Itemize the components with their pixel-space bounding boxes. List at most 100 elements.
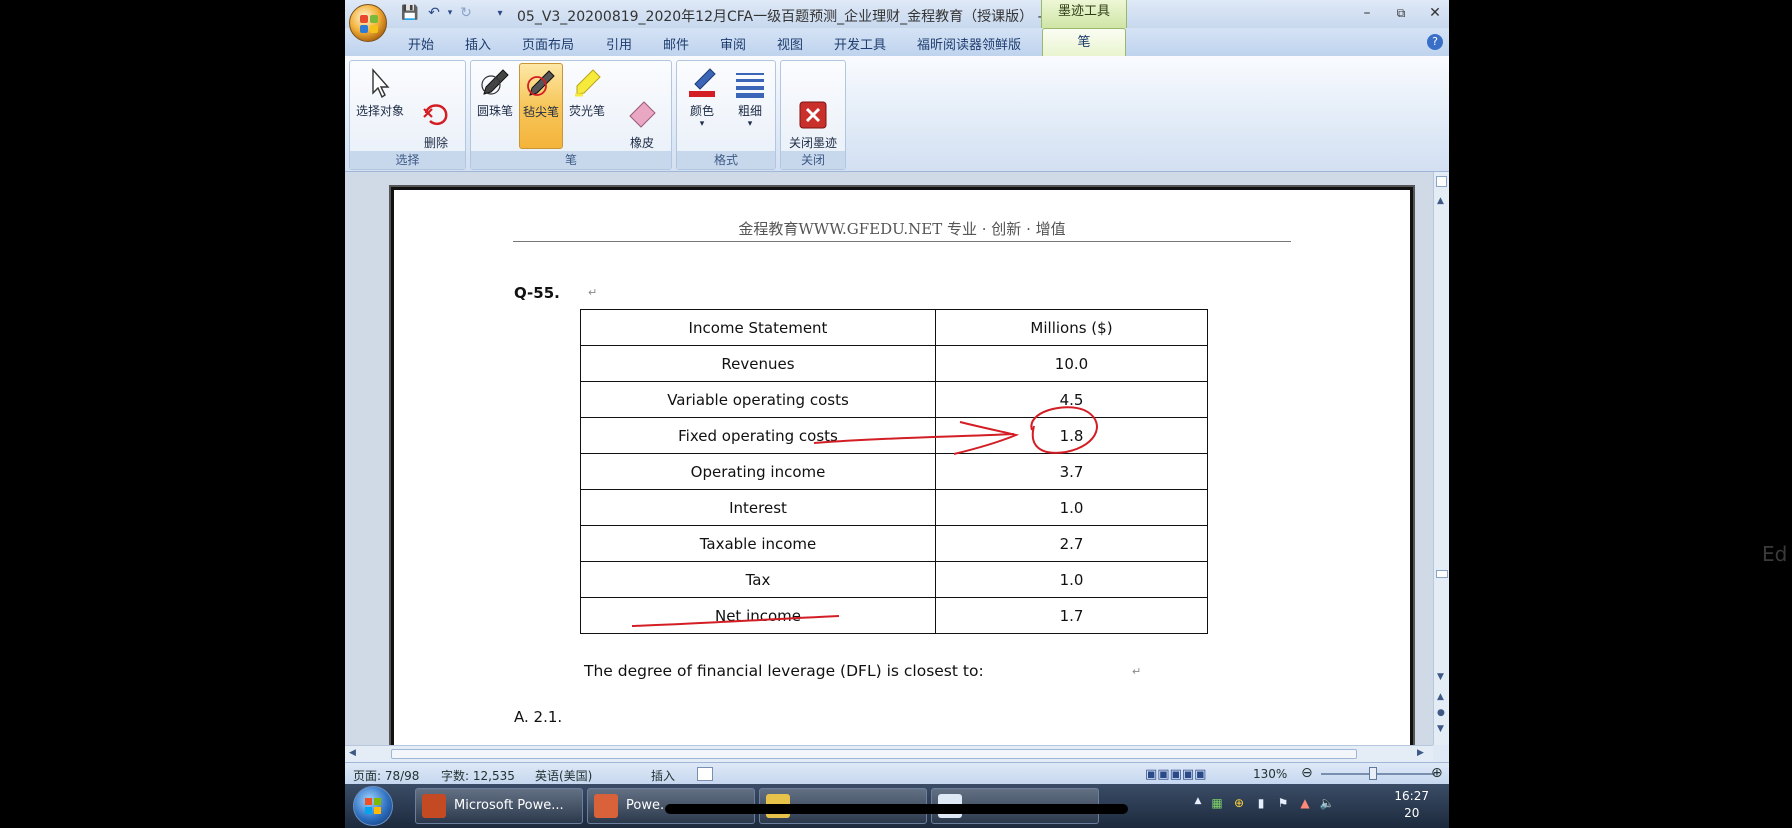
ink-color-icon <box>686 67 718 99</box>
status-bar: 页面: 78/98 字数: 12,535 英语(美国) 插入 ▣▣▣▣▣ 130… <box>345 762 1449 784</box>
word-window: 💾 ↶ ▾ ↻ ▾ 05_V3_20200819_2020年12月CFA一级百题… <box>345 0 1449 828</box>
tab-references[interactable]: 引用 <box>606 34 632 53</box>
tray-plus-icon[interactable]: ⊕ <box>1231 796 1247 812</box>
zoom-in-icon[interactable]: ⊕ <box>1431 765 1443 781</box>
tab-pen[interactable]: 笔 <box>1042 28 1126 56</box>
previous-page-icon[interactable]: ▲ <box>1437 692 1444 702</box>
word-count[interactable]: 字数: 12,535 <box>441 767 515 784</box>
select-objects-button[interactable]: 选择对象 <box>352 63 408 147</box>
line-thickness-icon <box>734 67 766 99</box>
ink-arrow-stroke <box>813 433 1015 444</box>
group-select: 选择对象 删除 所有墨迹 选择 <box>349 60 466 170</box>
ink-color-label: 颜色 <box>689 104 714 118</box>
scroll-up-icon[interactable]: ▲ <box>1437 196 1444 206</box>
ribbon-tabs: 开始 插入 页面布局 引用 邮件 审阅 视图 开发工具 福昕阅读器领鲜版 笔 ? <box>345 28 1449 56</box>
tab-page-layout[interactable]: 页面布局 <box>522 34 574 53</box>
tab-view[interactable]: 视图 <box>777 34 803 53</box>
view-mode-icons[interactable]: ▣▣▣▣▣ <box>1145 767 1206 782</box>
customize-qat-icon[interactable]: ▾ <box>491 5 509 22</box>
zoom-slider[interactable] <box>1321 773 1435 775</box>
next-page-icon[interactable]: ▼ <box>1437 724 1444 734</box>
tray-app-icon[interactable]: ▦ <box>1209 796 1225 812</box>
network-icon[interactable]: ▲ <box>1297 796 1313 812</box>
window-title: 05_V3_20200819_2020年12月CFA一级百题预测_企业理财_金程… <box>517 9 1085 25</box>
language-indicator[interactable]: 英语(美国) <box>535 767 592 784</box>
zoom-slider-thumb[interactable] <box>1369 767 1377 780</box>
page-count[interactable]: 页面: 78/98 <box>353 767 419 784</box>
tab-home[interactable]: 开始 <box>408 34 434 53</box>
vertical-scrollbar[interactable]: ▲ ▼ ▲ ● ▼ <box>1433 172 1449 745</box>
ink-arrowhead <box>953 421 1020 455</box>
group-close: 关闭墨迹 书写工具 关闭 <box>780 60 846 170</box>
start-button[interactable] <box>353 786 393 826</box>
system-clock[interactable]: 16:27 20 <box>1394 788 1429 822</box>
tab-review[interactable]: 审阅 <box>720 34 746 53</box>
action-center-flag-icon[interactable]: ⚑ <box>1275 796 1291 812</box>
taskbar: Microsoft Powe... Powe... ▲ ▦ ⊕ ▮ ⚑ ▲ 🔈 … <box>345 784 1449 828</box>
clock-date: 20 <box>1404 806 1420 820</box>
insert-mode[interactable]: 插入 <box>651 767 675 784</box>
macro-record-icon[interactable] <box>697 767 713 781</box>
ink-color-dropdown-icon: ▾ <box>699 119 705 129</box>
ink-underline <box>631 615 840 627</box>
tab-foxit-reader[interactable]: 福昕阅读器领鲜版 <box>917 34 1021 53</box>
question-text: The degree of financial leverage (DFL) i… <box>584 662 984 680</box>
scroll-down-icon[interactable]: ▼ <box>1437 672 1444 682</box>
ink-thickness-dropdown-icon: ▾ <box>747 119 753 129</box>
horizontal-scroll-thumb[interactable] <box>391 749 1357 759</box>
eraser-button[interactable]: 橡皮 擦 <box>617 63 667 166</box>
zoom-level[interactable]: 130% <box>1253 767 1287 781</box>
felt-tip-pen-label: 毡尖笔 <box>522 105 559 119</box>
select-objects-label: 选择对象 <box>355 104 404 118</box>
ruler-toggle-icon[interactable] <box>1436 176 1447 187</box>
ballpoint-pen-button[interactable]: 圆珠笔 <box>473 63 517 147</box>
highlighter-button[interactable]: 荧光笔 <box>565 63 609 147</box>
taskbar-item-powerpoint[interactable]: Microsoft Powe... <box>415 788 583 824</box>
cursor-arrow-icon <box>364 67 396 99</box>
office-button[interactable] <box>349 4 387 42</box>
option-a: A. 2.1. <box>514 708 563 726</box>
felt-tip-pen-icon <box>525 68 557 100</box>
taskbar-item-label: Microsoft Powe... <box>454 798 564 813</box>
scroll-left-icon[interactable]: ◀ <box>349 748 356 758</box>
ballpoint-pen-label: 圆珠笔 <box>476 104 513 118</box>
zoom-out-icon[interactable]: ⊖ <box>1301 765 1313 781</box>
windows-logo-icon <box>365 798 381 814</box>
browse-object-icon[interactable]: ● <box>1437 708 1445 718</box>
document-area[interactable]: 金程教育WWW.GFEDU.NET 专业 · 创新 · 增值 Q-55. ↵ I… <box>345 172 1433 745</box>
help-icon[interactable]: ? <box>1427 34 1443 50</box>
redo-icon[interactable]: ↻ <box>457 5 475 22</box>
minimize-button[interactable]: – <box>1351 2 1383 24</box>
ink-color-button[interactable]: 颜色 ▾ <box>679 63 725 147</box>
group-select-label: 选择 <box>350 151 465 169</box>
ribbon: 选择对象 删除 所有墨迹 选择 圆珠笔 毡尖笔 <box>345 56 1449 172</box>
document-page[interactable]: 金程教育WWW.GFEDU.NET 专业 · 创新 · 增值 Q-55. ↵ I… <box>391 187 1413 745</box>
tray-expand-icon[interactable]: ▲ <box>1190 796 1206 812</box>
paragraph-mark: ↵ <box>1132 665 1142 678</box>
ink-thickness-button[interactable]: 粗细 ▾ <box>727 63 773 147</box>
restore-button[interactable]: ⧉ <box>1385 2 1417 24</box>
ballpoint-pen-icon <box>479 67 511 99</box>
delete-ink-icon <box>420 83 452 125</box>
close-ink-tools-button[interactable]: 关闭墨迹 书写工具 <box>783 63 843 166</box>
ink-thickness-label: 粗细 <box>737 104 762 118</box>
powerpoint-doc-icon <box>594 794 618 818</box>
tab-developer[interactable]: 开发工具 <box>834 34 886 53</box>
delete-all-ink-button[interactable]: 删除 所有墨迹 <box>408 63 464 166</box>
group-pen-label: 笔 <box>471 151 671 169</box>
powerpoint-icon <box>422 794 446 818</box>
tab-mailings[interactable]: 邮件 <box>663 34 689 53</box>
tray-device-icon[interactable]: ▮ <box>1253 796 1269 812</box>
felt-tip-pen-button[interactable]: 毡尖笔 <box>519 63 563 149</box>
group-pen: 圆珠笔 毡尖笔 荧光笔 橡皮 擦 笔 <box>470 60 672 170</box>
tab-insert[interactable]: 插入 <box>465 34 491 53</box>
group-format: 颜色 ▾ 粗细 ▾ 格式 <box>676 60 776 170</box>
horizontal-scrollbar[interactable]: ◀ ▶ <box>345 745 1433 762</box>
close-red-icon <box>797 83 829 129</box>
close-button[interactable]: ✕ <box>1419 2 1449 24</box>
scroll-thumb[interactable] <box>1436 570 1448 578</box>
save-icon[interactable]: 💾 <box>401 5 419 22</box>
volume-icon[interactable]: 🔈 <box>1319 796 1335 812</box>
scroll-right-icon[interactable]: ▶ <box>1417 748 1424 758</box>
group-close-label: 关闭 <box>781 151 845 169</box>
